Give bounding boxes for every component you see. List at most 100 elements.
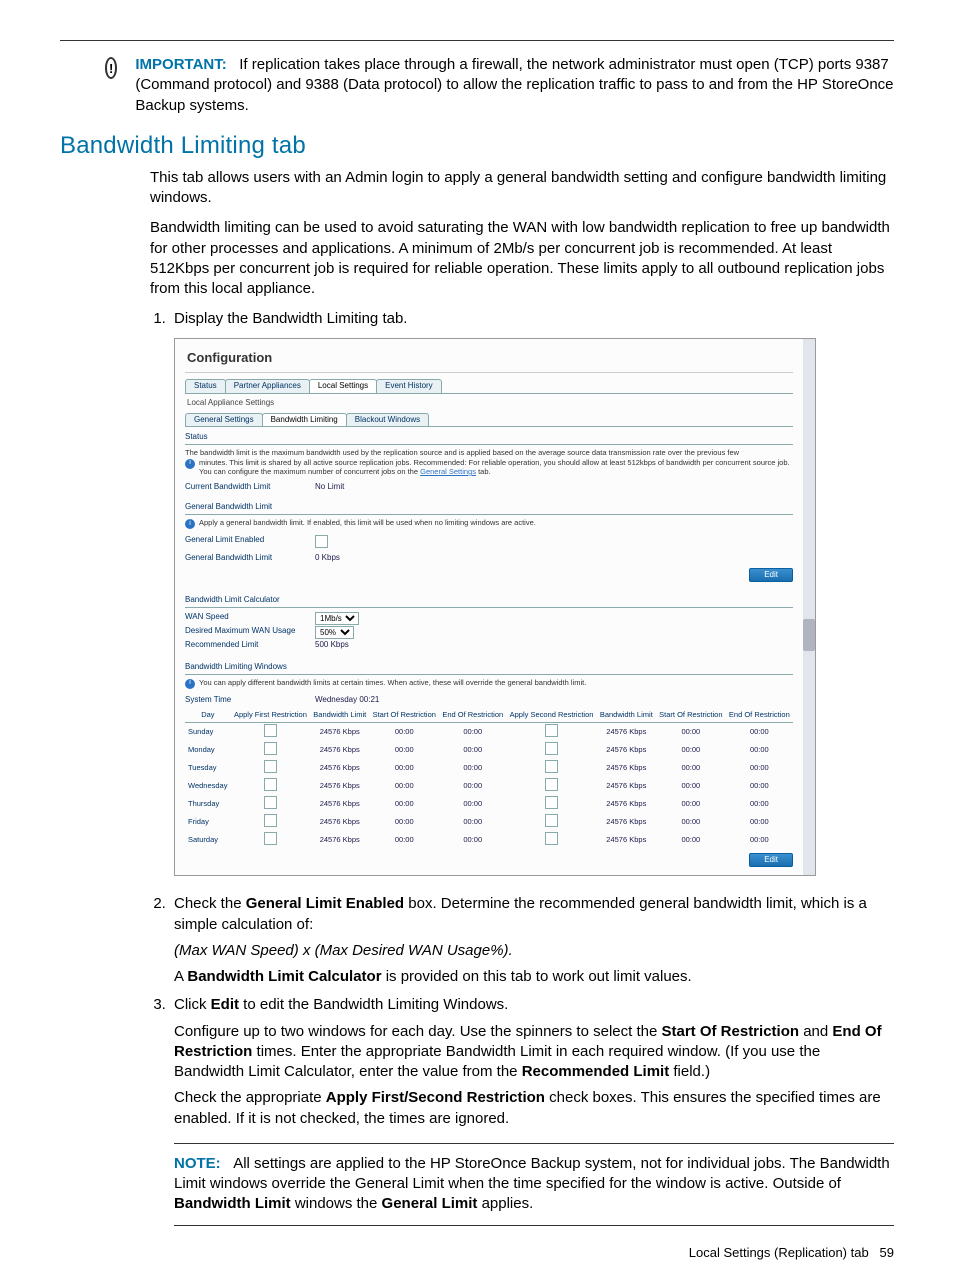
tab-event-history[interactable]: Event History xyxy=(376,379,442,393)
table-row: Saturday24576 Kbps00:0000:0024576 Kbps00… xyxy=(185,831,793,849)
general-bw-limit-label: General Bandwidth Limit xyxy=(185,553,315,564)
bw-limit-cell: 24576 Kbps xyxy=(310,722,369,741)
day-cell: Saturday xyxy=(185,831,231,849)
local-appliance-settings-label: Local Appliance Settings xyxy=(187,398,793,409)
day-cell: Tuesday xyxy=(185,759,231,777)
general-limit-enabled-checkbox[interactable] xyxy=(315,535,328,548)
end-restriction-cell: 00:00 xyxy=(726,741,793,759)
apply-first-checkbox[interactable] xyxy=(264,832,277,845)
intro-paragraph-2: Bandwidth limiting can be used to avoid … xyxy=(150,218,894,299)
end-restriction-cell: 00:00 xyxy=(439,741,506,759)
apply-second-checkbox[interactable] xyxy=(545,796,558,809)
start-restriction-cell: 00:00 xyxy=(656,741,726,759)
bw-limit-cell: 24576 Kbps xyxy=(310,741,369,759)
step-2: Check the General Limit Enabled box. Det… xyxy=(170,894,894,987)
bw-limit-cell: 24576 Kbps xyxy=(597,759,656,777)
bw-limit-cell: 24576 Kbps xyxy=(310,777,369,795)
bw-limit-cell: 24576 Kbps xyxy=(597,741,656,759)
bw-windows-info: iYou can apply different bandwidth limit… xyxy=(185,678,793,689)
end-restriction-cell: 00:00 xyxy=(726,777,793,795)
tab-status[interactable]: Status xyxy=(185,379,226,393)
start-restriction-cell: 00:00 xyxy=(656,831,726,849)
wan-usage-label: Desired Maximum WAN Usage xyxy=(185,626,315,639)
tab-partner-appliances[interactable]: Partner Appliances xyxy=(225,379,310,393)
day-cell: Thursday xyxy=(185,795,231,813)
table-row: Friday24576 Kbps00:0000:0024576 Kbps00:0… xyxy=(185,813,793,831)
apply-second-checkbox[interactable] xyxy=(545,724,558,737)
note-label: NOTE: xyxy=(174,1155,221,1172)
bw-limit-cell: 24576 Kbps xyxy=(310,759,369,777)
system-time-label: System Time xyxy=(185,695,315,706)
start-restriction-cell: 00:00 xyxy=(369,777,439,795)
tab-blackout-windows[interactable]: Blackout Windows xyxy=(346,413,429,427)
wan-speed-select[interactable]: 1Mb/s xyxy=(315,612,359,625)
apply-first-checkbox[interactable] xyxy=(264,778,277,791)
start-restriction-cell: 00:00 xyxy=(369,831,439,849)
step2-formula: (Max WAN Speed) x (Max Desired WAN Usage… xyxy=(174,941,894,961)
info-icon: i xyxy=(185,519,195,529)
edit-button[interactable]: Edit xyxy=(749,853,793,868)
bw-limit-cell: 24576 Kbps xyxy=(597,831,656,849)
apply-first-checkbox[interactable] xyxy=(264,760,277,773)
current-bw-limit-value: No Limit xyxy=(315,482,344,493)
bandwidth-windows-table: Day Apply First Restriction Bandwidth Li… xyxy=(185,708,793,850)
bandwidth-limiting-screenshot: Configuration Status Partner Appliances … xyxy=(174,338,816,877)
end-restriction-cell: 00:00 xyxy=(439,831,506,849)
bw-limit-cell: 24576 Kbps xyxy=(597,795,656,813)
current-bw-limit-label: Current Bandwidth Limit xyxy=(185,482,315,493)
wan-speed-label: WAN Speed xyxy=(185,612,315,625)
tab-bandwidth-limiting[interactable]: Bandwidth Limiting xyxy=(262,413,347,427)
step-1: Display the Bandwidth Limiting tab. Conf… xyxy=(170,309,894,876)
info-icon: i xyxy=(185,459,195,469)
apply-second-checkbox[interactable] xyxy=(545,742,558,755)
end-restriction-cell: 00:00 xyxy=(726,795,793,813)
apply-first-checkbox[interactable] xyxy=(264,724,277,737)
end-restriction-cell: 00:00 xyxy=(439,813,506,831)
start-restriction-cell: 00:00 xyxy=(369,813,439,831)
important-icon: ! xyxy=(105,57,117,79)
start-restriction-cell: 00:00 xyxy=(369,795,439,813)
general-limit-info: iApply a general bandwidth limit. If ena… xyxy=(185,518,793,529)
note-callout: NOTE: All settings are applied to the HP… xyxy=(174,1143,894,1226)
apply-second-checkbox[interactable] xyxy=(545,778,558,791)
bw-limit-cell: 24576 Kbps xyxy=(597,722,656,741)
tab-general-settings[interactable]: General Settings xyxy=(185,413,263,427)
system-time-value: Wednesday 00:21 xyxy=(315,695,379,706)
general-bw-limit-header: General Bandwidth Limit xyxy=(185,501,793,515)
status-section-header: Status xyxy=(185,431,793,445)
intro-paragraph-1: This tab allows users with an Admin logi… xyxy=(150,168,894,209)
bw-windows-header: Bandwidth Limiting Windows xyxy=(185,661,793,675)
apply-first-checkbox[interactable] xyxy=(264,814,277,827)
apply-second-checkbox[interactable] xyxy=(545,832,558,845)
edit-button[interactable]: Edit xyxy=(749,568,793,583)
start-restriction-cell: 00:00 xyxy=(656,813,726,831)
bw-calculator-header: Bandwidth Limit Calculator xyxy=(185,594,793,608)
section-heading: Bandwidth Limiting tab xyxy=(60,132,894,160)
start-restriction-cell: 00:00 xyxy=(656,759,726,777)
start-restriction-cell: 00:00 xyxy=(369,722,439,741)
important-label: IMPORTANT: xyxy=(135,56,226,73)
start-restriction-cell: 00:00 xyxy=(656,722,726,741)
recommended-limit-value: 500 Kbps xyxy=(315,640,349,651)
apply-first-checkbox[interactable] xyxy=(264,796,277,809)
info-icon: i xyxy=(185,679,195,689)
scrollbar-thumb[interactable] xyxy=(803,619,815,651)
tab-local-settings[interactable]: Local Settings xyxy=(309,379,377,393)
table-row: Tuesday24576 Kbps00:0000:0024576 Kbps00:… xyxy=(185,759,793,777)
recommended-limit-label: Recommended Limit xyxy=(185,640,315,651)
general-limit-enabled-label: General Limit Enabled xyxy=(185,535,315,552)
start-restriction-cell: 00:00 xyxy=(369,741,439,759)
apply-second-checkbox[interactable] xyxy=(545,760,558,773)
sub-tab-row: General Settings Bandwidth Limiting Blac… xyxy=(185,413,793,428)
day-cell: Wednesday xyxy=(185,777,231,795)
end-restriction-cell: 00:00 xyxy=(726,759,793,777)
end-restriction-cell: 00:00 xyxy=(439,777,506,795)
panel-title: Configuration xyxy=(185,345,793,374)
day-cell: Friday xyxy=(185,813,231,831)
apply-second-checkbox[interactable] xyxy=(545,814,558,827)
wan-usage-select[interactable]: 50% xyxy=(315,626,354,639)
day-cell: Monday xyxy=(185,741,231,759)
main-tab-row: Status Partner Appliances Local Settings… xyxy=(185,379,793,394)
apply-first-checkbox[interactable] xyxy=(264,742,277,755)
general-settings-link[interactable]: General Settings xyxy=(420,467,476,476)
